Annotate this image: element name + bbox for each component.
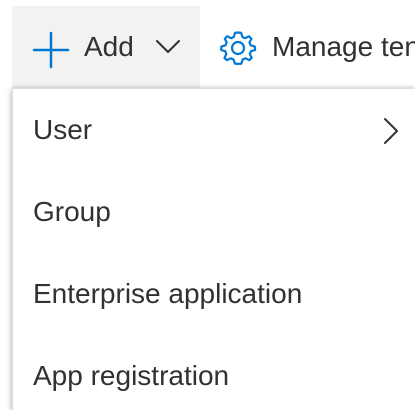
add-dropdown-menu: User Group Enterprise application App re… (12, 88, 415, 410)
menu-item-label: Group (33, 196, 111, 227)
manage-tenants-label: Manage tenants (272, 31, 415, 62)
plus-icon (32, 31, 70, 69)
menu-item-enterprise-application[interactable]: Enterprise application (13, 253, 415, 335)
add-label: Add (84, 31, 134, 62)
menu-item-label: App registration (33, 360, 230, 391)
manage-tenants-button[interactable]: Manage tenants (210, 6, 415, 88)
gear-icon (220, 31, 257, 65)
add-button[interactable]: Add (12, 6, 200, 88)
menu-item-user[interactable]: User (13, 89, 415, 171)
page: Add Manage tenants User Group Enterprise… (0, 0, 415, 410)
menu-item-label: User (33, 114, 93, 145)
chevron-down-icon (156, 40, 180, 53)
menu-item-label: Enterprise application (33, 278, 303, 309)
command-bar: Add Manage tenants (0, 0, 415, 88)
menu-item-group[interactable]: Group (13, 171, 415, 253)
menu-item-app-registration[interactable]: App registration (13, 335, 415, 410)
chevron-right-icon (384, 118, 398, 144)
